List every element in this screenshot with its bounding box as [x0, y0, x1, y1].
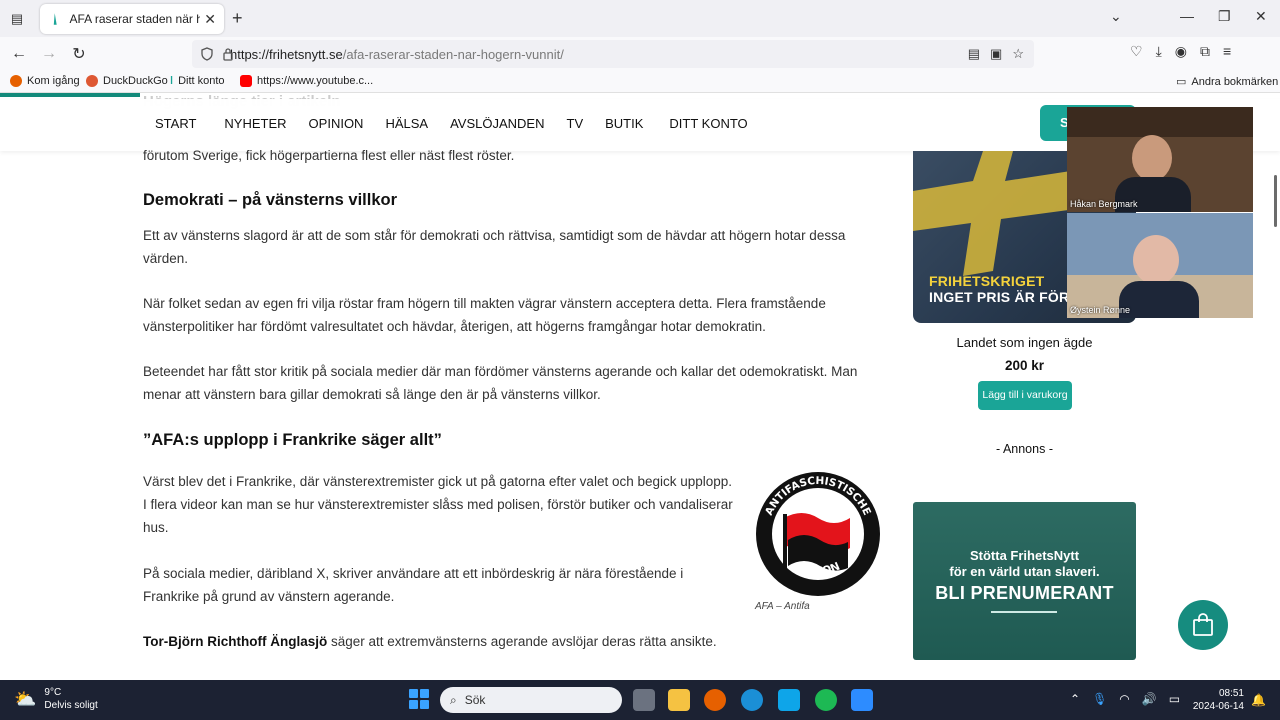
task-view-icon[interactable] — [633, 689, 655, 711]
add-to-cart-button[interactable]: Lägg till i varukorg — [978, 381, 1072, 410]
bookmark-star-icon[interactable]: ☆ — [1012, 46, 1024, 62]
youtube-icon — [240, 75, 252, 87]
folder-icon: ▭ — [1176, 76, 1187, 88]
nav-nyheter[interactable]: NYHETER — [224, 116, 286, 131]
notification-bell-icon[interactable]: 🔔 — [1251, 693, 1266, 707]
person-name-link[interactable]: Tor-Björn Richthoff Änglasjö — [143, 634, 327, 649]
url-host: https://frihetsnytt.se — [230, 46, 343, 62]
reload-icon[interactable]: ↻ — [68, 43, 90, 65]
subscribe-ad-banner[interactable]: Stötta FrihetsNytt för en värld utan sla… — [913, 502, 1136, 660]
battery-icon[interactable]: ▭ — [1169, 692, 1180, 706]
close-window-icon[interactable]: ✕ — [1255, 8, 1267, 25]
url-text[interactable]: https://frihetsnytt.se/afa-raserar-stade… — [230, 47, 564, 62]
menu-icon[interactable]: ≡ — [1223, 43, 1231, 60]
nav-opinion[interactable]: OPINION — [309, 116, 364, 131]
weather-widget[interactable]: ⛅ 9°C Delvis soligt — [14, 686, 98, 712]
spotify-icon[interactable] — [815, 689, 837, 711]
bookmark-youtube[interactable]: https://www.youtube.c... — [240, 75, 373, 87]
nav-tv[interactable]: TV — [567, 116, 584, 131]
tab-overflow-chevron-icon[interactable]: ⌄ — [1110, 8, 1122, 25]
shield-icon[interactable] — [200, 47, 214, 61]
nav-butik[interactable]: BUTIK — [605, 116, 643, 131]
firefox-icon[interactable] — [704, 689, 726, 711]
page-scrollbar[interactable] — [1274, 175, 1277, 227]
pocket-icon[interactable]: ♡ — [1130, 43, 1143, 60]
shopping-bag-button[interactable] — [1178, 600, 1228, 650]
article-paragraph: förutom Sverige, fick högerpartierna fle… — [143, 148, 515, 163]
zoom-icon[interactable] — [851, 689, 873, 711]
download-icon[interactable]: ⤓ — [1156, 43, 1162, 60]
article-heading-afa: ”AFA:s upplopp i Frankrike säger allt” — [143, 431, 442, 449]
chevron-up-icon[interactable]: ⌃ — [1070, 692, 1080, 706]
system-tray: ⌃ 🎙 ◠ 🔊 ▭ — [1070, 692, 1180, 706]
article-paragraph: Beteendet har fått stor kritik på social… — [143, 364, 858, 402]
duckduckgo-icon — [86, 75, 98, 87]
minimize-icon[interactable]: — — [1180, 8, 1194, 24]
product-price: 200 kr — [1004, 358, 1045, 373]
article-paragraph: Värst blev det i Frankrike, där vänstere… — [143, 474, 733, 535]
participant-face — [1133, 235, 1179, 285]
article-paragraph: Ett av vänsterns slagord är att de som s… — [143, 228, 846, 266]
article-paragraph: På sociala medier, däribland X, skriver … — [143, 566, 684, 604]
bookmark-ditt-konto[interactable]: ǀ Ditt konto — [170, 75, 225, 87]
video-tile-2[interactable]: Øystein Rønne — [1067, 213, 1253, 318]
browser-tabbar: ▤ AFA raserar staden när högern ✕ + ⌄ — … — [0, 0, 1280, 37]
bookmarks-bar: Kom igång DuckDuckGo ǀ Ditt konto https:/… — [0, 71, 1280, 93]
restore-icon[interactable]: ❐ — [1218, 8, 1231, 25]
url-bar[interactable]: https://frihetsnytt.se/afa-raserar-stade… — [192, 40, 1034, 68]
forward-icon[interactable]: → — [38, 43, 60, 65]
bookmark-kom-igang[interactable]: Kom igång — [10, 75, 80, 87]
lock-icon[interactable] — [222, 47, 234, 61]
article-paragraph: Tor-Björn Richthoff Änglasjö säger att e… — [143, 634, 717, 649]
participant-name: Øystein Rønne — [1070, 305, 1131, 315]
other-bookmarks[interactable]: ▭ Andra bokmärken — [1176, 75, 1278, 89]
url-path: /afa-raserar-staden-nar-hogern-vunnit/ — [342, 46, 564, 62]
article-paragraph: När folket sedan av egen fri vilja rösta… — [143, 296, 826, 334]
pip-icon[interactable]: ▣ — [990, 46, 1002, 62]
firefox-icon — [10, 75, 22, 87]
taskbar-clock[interactable]: 08:51 2024-06-14 — [1192, 687, 1244, 713]
nav-halsa[interactable]: HÄLSA — [385, 116, 428, 131]
partly-sunny-icon: ⛅ — [14, 688, 37, 709]
windows-taskbar: ⛅ 9°C Delvis soligt ⌕ Sök ⌃ 🎙 ◠ 🔊 ▭ 08:5… — [0, 680, 1280, 720]
reading-progress — [0, 93, 140, 97]
file-explorer-icon[interactable] — [668, 689, 690, 711]
participant-face — [1132, 135, 1172, 181]
bookmark-duckduckgo[interactable]: DuckDuckGo — [86, 75, 168, 87]
edge-icon[interactable] — [741, 689, 763, 711]
video-tile-1[interactable]: Håkan Bergmark — [1067, 107, 1253, 212]
nav-avslojanden[interactable]: AVSLÖJANDEN — [450, 116, 544, 131]
account-icon[interactable]: ◉ — [1175, 43, 1187, 60]
participant-name: Håkan Bergmark — [1070, 199, 1138, 209]
antifa-logo: ANTIFASCHISTISCHE AKTION — [756, 472, 880, 596]
microphone-icon[interactable]: 🎙 — [1092, 692, 1107, 706]
logo-caption: AFA – Antifa — [755, 601, 810, 612]
active-tab[interactable]: AFA raserar staden när högern ✕ — [40, 4, 224, 34]
extensions-icon[interactable]: ⧉ — [1200, 43, 1210, 60]
nav-start[interactable]: START — [155, 116, 196, 131]
taskbar-search[interactable]: ⌕ Sök — [440, 687, 622, 713]
nav-ditt-konto[interactable]: DITT KONTO — [669, 116, 747, 131]
shopping-bag-icon — [1193, 613, 1213, 636]
ad-label: - Annons - — [996, 442, 1053, 456]
tab-close-icon[interactable]: ✕ — [204, 11, 216, 28]
product-name[interactable]: Landet som ingen ägde — [913, 335, 1136, 350]
reader-view-icon[interactable]: ▤ — [968, 46, 980, 62]
volume-icon[interactable]: 🔊 — [1142, 692, 1157, 706]
tab-title: AFA raserar staden när högern — [69, 12, 201, 26]
article-heading-democracy: Demokrati – på vänsterns villkor — [143, 191, 398, 209]
browser-navbar: ← → ↻ https://frihetsnytt.se/afa-raserar… — [0, 37, 1280, 71]
tab-list-icon[interactable]: ▤ — [6, 8, 28, 30]
skype-icon[interactable] — [778, 689, 800, 711]
site-favicon-icon — [53, 13, 57, 25]
new-tab-button[interactable]: + — [232, 8, 243, 29]
back-icon[interactable]: ← — [8, 43, 30, 65]
site-favicon-icon: ǀ — [170, 75, 174, 87]
wifi-icon[interactable]: ◠ — [1119, 692, 1129, 706]
search-icon: ⌕ — [450, 692, 457, 707]
start-button[interactable] — [409, 689, 429, 709]
